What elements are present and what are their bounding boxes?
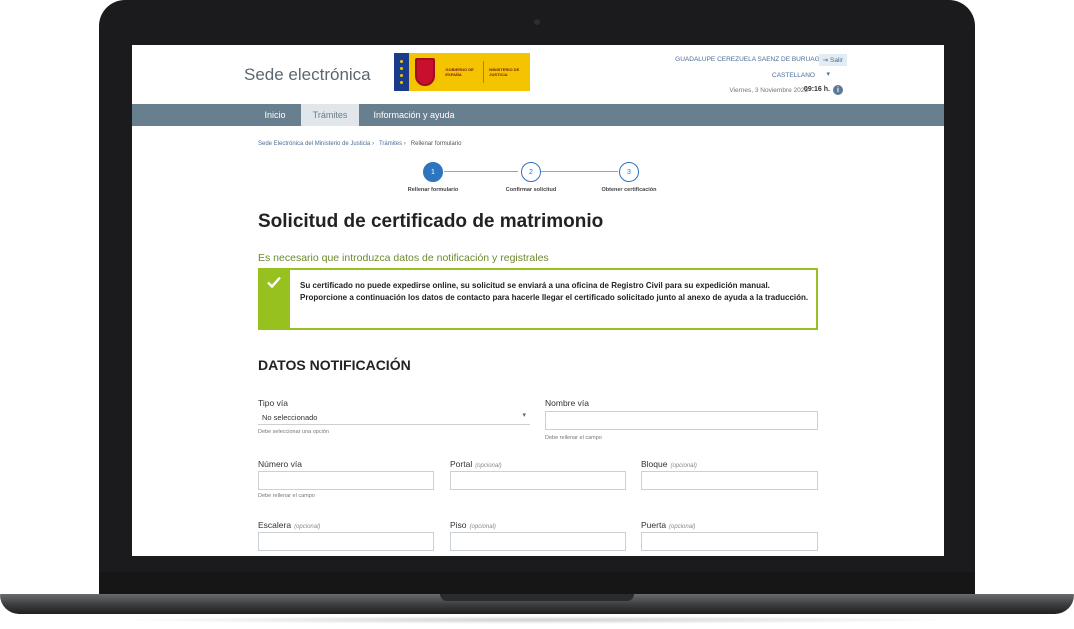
breadcrumb-item-sede[interactable]: Sede Electrónica del Ministerio de Justi…: [258, 141, 370, 147]
numero-via-input[interactable]: [258, 471, 434, 490]
portal-optional: (opcional): [475, 463, 502, 469]
step-connector: [540, 171, 618, 172]
tipo-via-help: Debe seleccionar una opción: [258, 429, 329, 435]
notice-text: Su certificado no puede expedirse online…: [300, 281, 809, 302]
bloque-optional: (opcional): [670, 463, 697, 469]
bloque-label: Bloque (opcional): [641, 459, 697, 469]
breadcrumb-separator: ›: [372, 141, 375, 147]
puerta-input[interactable]: [641, 532, 818, 551]
laptop-mockup: Sede electrónica GOBIERNO DE ESPAÑA MINI…: [0, 0, 1074, 629]
bloque-input[interactable]: [641, 471, 818, 490]
nav-item-inicio[interactable]: Inicio: [252, 104, 298, 126]
numero-via-help: Debe rellenar el campo: [258, 493, 315, 499]
breadcrumb-item-current: Rellenar formulario: [410, 141, 462, 147]
camera-icon: [534, 19, 540, 25]
piso-optional: (opcional): [469, 524, 496, 530]
coat-of-arms-icon: [414, 58, 436, 86]
step-2-label: Confirmar solicitud: [505, 187, 557, 193]
logout-icon: ⇥: [822, 57, 828, 64]
main-nav: Inicio Trámites Información y ayuda: [132, 104, 944, 126]
nav-item-tramites[interactable]: Trámites: [301, 104, 359, 126]
breadcrumb: Sede Electrónica del Ministerio de Justi…: [258, 141, 461, 147]
info-icon[interactable]: i: [833, 85, 843, 95]
nombre-via-label: Nombre vía: [545, 398, 589, 408]
browser-screen: Sede electrónica GOBIERNO DE ESPAÑA MINI…: [132, 45, 944, 556]
nombre-via-input[interactable]: [545, 411, 818, 430]
tipo-via-value: No seleccionado: [262, 413, 318, 422]
tipo-via-label: Tipo vía: [258, 398, 288, 408]
current-time: 09:16 h.: [803, 86, 830, 93]
piso-input[interactable]: [450, 532, 626, 551]
chevron-down-icon[interactable]: ▾: [826, 70, 830, 78]
nombre-via-help: Debe rellenar el campo: [545, 435, 602, 441]
user-name: GUADALUPE CEREZUELA SAENZ DE BURUAGA: [675, 56, 824, 63]
piso-label: Piso (opcional): [450, 520, 496, 530]
escalera-label-text: Escalera: [258, 520, 292, 530]
step-1: 1: [423, 162, 443, 182]
nav-item-informacion[interactable]: Información y ayuda: [366, 104, 462, 126]
puerta-optional: (opcional): [669, 524, 696, 530]
portal-input[interactable]: [450, 471, 626, 490]
laptop-notch: [440, 594, 634, 601]
escalera-label: Escalera (opcional): [258, 520, 320, 530]
escalera-input[interactable]: [258, 532, 434, 551]
government-logo[interactable]: GOBIERNO DE ESPAÑA MINISTERIO DE JUSTICI…: [394, 53, 530, 91]
page-title: Solicitud de certificado de matrimonio: [258, 211, 604, 232]
breadcrumb-item-tramites[interactable]: Trámites: [379, 141, 402, 147]
step-3-label: Obtener certificación: [601, 187, 657, 193]
notice-box: Su certificado no puede expedirse online…: [258, 268, 818, 330]
logout-button[interactable]: ⇥ Salir: [818, 54, 847, 66]
laptop-shadow: [110, 616, 964, 624]
step-connector: [444, 171, 518, 172]
step-2: 2: [521, 162, 541, 182]
check-icon: [258, 270, 290, 330]
puerta-label: Puerta (opcional): [641, 520, 695, 530]
tipo-via-select[interactable]: No seleccionado ▾: [258, 411, 530, 425]
logo-divider: [483, 61, 485, 83]
logo-gobierno-text: GOBIERNO DE ESPAÑA: [445, 67, 474, 77]
notice-title: Es necesario que introduzca datos de not…: [258, 252, 549, 264]
escalera-optional: (opcional): [294, 524, 321, 530]
language-selector[interactable]: CASTELLANO: [772, 72, 815, 79]
eu-flag-icon: [394, 53, 409, 91]
numero-via-label: Número vía: [258, 459, 302, 469]
step-1-label: Rellenar formulario: [407, 187, 459, 193]
portal-label-text: Portal: [450, 459, 473, 469]
puerta-label-text: Puerta: [641, 520, 667, 530]
step-3: 3: [619, 162, 639, 182]
section-title: DATOS NOTIFICACIÓN: [258, 357, 411, 373]
logout-label: Salir: [829, 56, 843, 64]
chevron-down-icon: ▾: [522, 412, 526, 419]
logo-ministerio-text: MINISTERIO DE JUSTICIA: [489, 67, 520, 77]
piso-label-text: Piso: [450, 520, 467, 530]
bloque-label-text: Bloque: [641, 459, 668, 469]
current-date: Viernes, 3 Noviembre 2023: [729, 87, 808, 94]
site-brand[interactable]: Sede electrónica: [244, 65, 371, 85]
breadcrumb-separator: ›: [403, 141, 406, 147]
portal-label: Portal (opcional): [450, 459, 502, 469]
